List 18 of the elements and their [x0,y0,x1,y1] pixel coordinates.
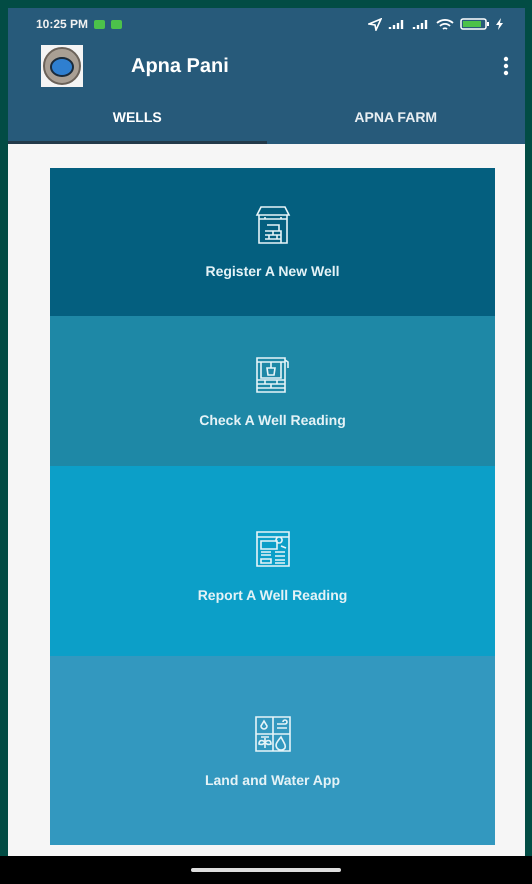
notification-icon [94,20,106,28]
charging-icon [496,18,503,30]
well-icon [252,205,292,245]
signal-icon [412,18,430,30]
land-icon [252,714,292,754]
wifi-icon [436,18,454,30]
menu-tile[interactable]: Register A New Well [50,168,495,316]
status-time: 10:25 PM [36,17,88,31]
notification-icon [111,20,122,28]
tab[interactable]: WELLS [8,92,266,144]
tab[interactable]: APNA FARM [266,92,525,144]
well-logo-icon [41,45,83,87]
app-title: Apna Pani [131,54,230,78]
menu-tile[interactable]: Check A Well Reading [50,316,495,466]
more-options-icon[interactable] [503,56,509,76]
signal-icon [388,18,406,30]
location-icon [368,18,382,30]
battery-icon [460,18,490,30]
